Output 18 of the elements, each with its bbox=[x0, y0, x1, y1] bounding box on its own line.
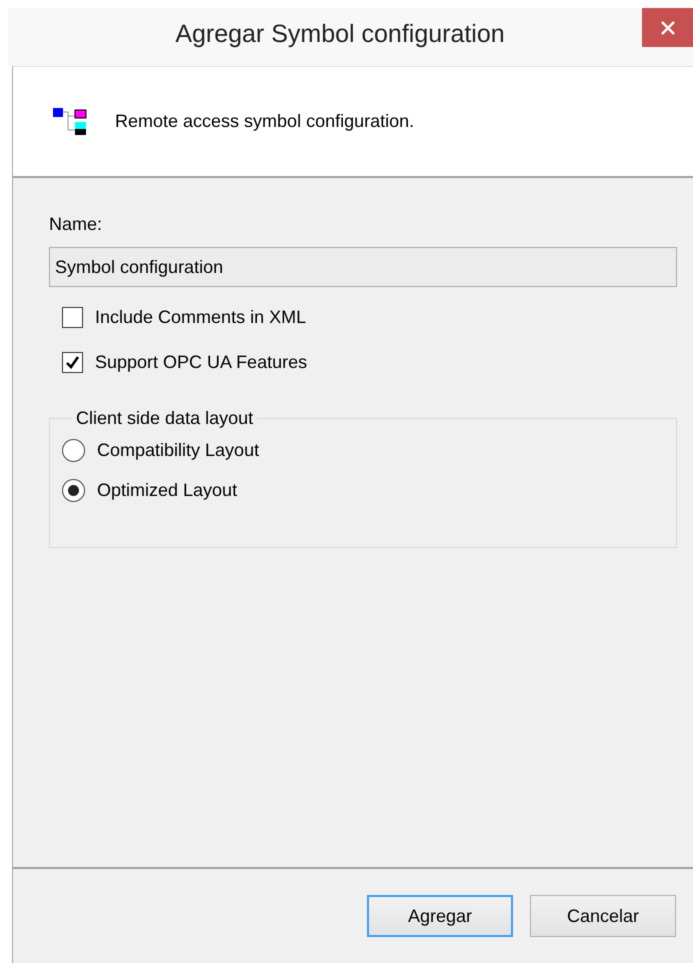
name-field[interactable]: Symbol configuration bbox=[49, 247, 677, 287]
description-text: Remote access symbol configuration. bbox=[115, 111, 414, 132]
checkbox-label: Support OPC UA Features bbox=[95, 352, 308, 372]
symbol-icon bbox=[53, 108, 87, 136]
close-icon bbox=[660, 20, 676, 36]
checkbox[interactable] bbox=[62, 306, 83, 328]
name-label: Name: bbox=[49, 214, 104, 235]
radio-label: Compatibility Layout bbox=[97, 440, 260, 460]
checkbox-label: Include Comments in XML bbox=[95, 306, 306, 328]
radio-button[interactable] bbox=[62, 478, 85, 502]
radio-button[interactable] bbox=[62, 438, 85, 462]
cancel-button[interactable]: Cancelar bbox=[530, 895, 676, 937]
radio-label: Optimized Layout bbox=[97, 480, 238, 500]
group-title: Client side data layout bbox=[75, 408, 254, 429]
checkbox[interactable] bbox=[62, 352, 83, 372]
window-title: Agregar Symbol configuration bbox=[174, 19, 506, 49]
close-button[interactable] bbox=[642, 8, 693, 47]
add-button[interactable]: Agregar bbox=[367, 895, 513, 937]
